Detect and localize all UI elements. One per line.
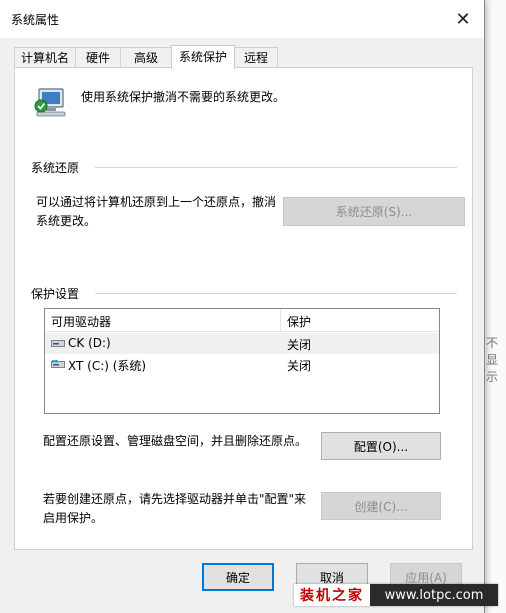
system-restore-description: 可以通过将计算机还原到上一个还原点，撤消 系统更改。 bbox=[36, 193, 276, 231]
background-fragment-text: 不显示 bbox=[486, 336, 499, 384]
system-restore-button[interactable]: 系统还原(S)... bbox=[283, 197, 465, 226]
system-drive-icon bbox=[51, 360, 65, 368]
title-bar[interactable]: 系统属性 ✕ bbox=[0, 0, 484, 38]
drive-name: XT (C:) (系统) bbox=[68, 359, 147, 373]
drive-icon bbox=[51, 340, 65, 347]
column-header-available-drives[interactable]: 可用驱动器 bbox=[51, 313, 111, 330]
configure-description: 配置还原设置、管理磁盘空间，并且删除还原点。 bbox=[43, 434, 308, 448]
watermark-brand: 装机之家 bbox=[294, 584, 370, 606]
tab-advanced[interactable]: 高级 bbox=[120, 47, 172, 68]
create-description-line1: 若要创建还原点，请先选择驱动器并单击"配置"来 bbox=[43, 492, 307, 506]
tab-panel-system-protection: 使用系统保护撤消不需要的系统更改。 系统还原 可以通过将计算机还原到上一个还原点… bbox=[14, 67, 473, 550]
system-restore-group-label: 系统还原 bbox=[31, 161, 80, 175]
drive-name: CK (D:) bbox=[68, 336, 111, 350]
protection-settings-divider bbox=[95, 293, 457, 294]
protection-settings-group-label: 保护设置 bbox=[31, 287, 80, 301]
create-description: 若要创建还原点，请先选择驱动器并单击"配置"来 启用保护。 bbox=[43, 490, 306, 528]
intro-text: 使用系统保护撤消不需要的系统更改。 bbox=[81, 90, 286, 104]
drive-protection-status: 关闭 bbox=[287, 338, 312, 352]
close-icon: ✕ bbox=[455, 8, 471, 30]
window-title: 系统属性 bbox=[11, 13, 60, 27]
system-restore-description-line2: 系统更改。 bbox=[36, 214, 97, 228]
system-properties-dialog: 系统属性 ✕ 计算机名 硬件 高级 系统保护 远程 使用系统保护撤消不需要的系统… bbox=[0, 0, 485, 613]
system-restore-description-line1: 可以通过将计算机还原到上一个还原点，撤消 bbox=[36, 195, 277, 209]
column-separator[interactable] bbox=[280, 309, 281, 331]
tab-system-protection[interactable]: 系统保护 bbox=[171, 45, 235, 69]
drive-row-xt[interactable]: XT (C:) (系统) 关闭 bbox=[45, 354, 439, 375]
create-button[interactable]: 创建(C)... bbox=[321, 492, 441, 520]
tab-hardware[interactable]: 硬件 bbox=[75, 47, 121, 68]
drive-protection-status: 关闭 bbox=[287, 359, 312, 373]
close-button[interactable]: ✕ bbox=[442, 0, 484, 38]
system-protection-icon bbox=[34, 88, 66, 117]
create-description-line2: 启用保护。 bbox=[43, 511, 104, 525]
background-strip bbox=[484, 0, 506, 613]
drive-row-ck[interactable]: CK (D:) 关闭 bbox=[45, 333, 439, 354]
drive-list-header: 可用驱动器 保护 bbox=[45, 309, 439, 332]
drive-list[interactable]: 可用驱动器 保护 CK (D:) 关闭 XT (C:) (系统) 关闭 bbox=[44, 308, 440, 414]
watermark: 装机之家 www.lotpc.com bbox=[294, 584, 498, 606]
tab-computer-name[interactable]: 计算机名 bbox=[14, 47, 76, 68]
configure-button[interactable]: 配置(O)... bbox=[321, 432, 441, 460]
tab-remote[interactable]: 远程 bbox=[234, 47, 278, 68]
column-header-protection[interactable]: 保护 bbox=[287, 313, 311, 330]
watermark-url: www.lotpc.com bbox=[370, 584, 498, 606]
ok-button[interactable]: 确定 bbox=[202, 563, 274, 591]
system-restore-divider bbox=[95, 167, 457, 168]
